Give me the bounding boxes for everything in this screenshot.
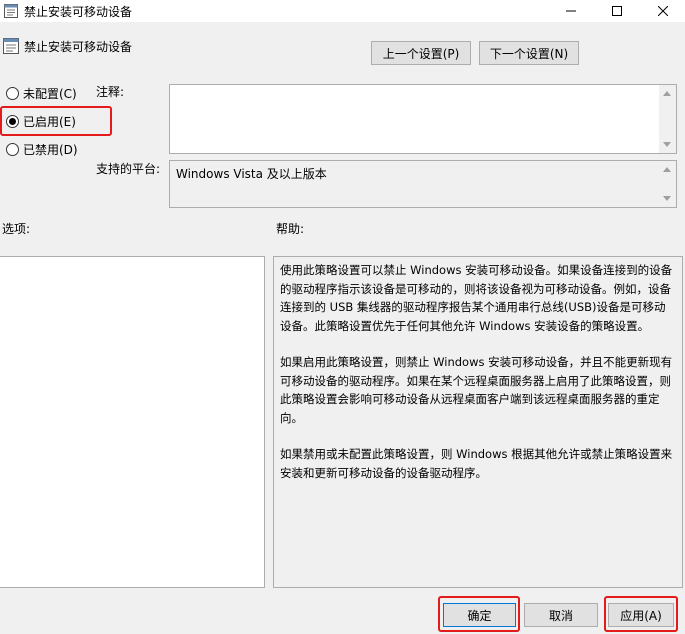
close-button[interactable] bbox=[640, 0, 685, 22]
annotation-highlight-ok bbox=[438, 596, 520, 632]
help-paragraph: 使用此策略设置可以禁止 Windows 安装可移动设备。如果设备连接到的设备的驱… bbox=[280, 263, 673, 333]
scroll-down-icon[interactable] bbox=[663, 196, 671, 201]
window-title: 禁止安装可移动设备 bbox=[24, 5, 133, 19]
close-icon bbox=[658, 6, 668, 16]
policy-setting-icon bbox=[4, 4, 18, 18]
options-pane bbox=[0, 256, 265, 588]
previous-setting-button[interactable]: 上一个设置(P) bbox=[371, 41, 471, 65]
radio-not-configured[interactable]: 未配置(C) bbox=[6, 85, 77, 101]
minimize-icon bbox=[566, 10, 576, 12]
policy-editor-window: 禁止安装可移动设备 禁止安装可移动设备 上一个设置(P) 下一个设置(N) 未配… bbox=[0, 0, 685, 634]
platform-scrollbar[interactable] bbox=[659, 161, 676, 207]
supported-platform-field: Windows Vista 及以上版本 bbox=[169, 160, 677, 208]
radio-button[interactable] bbox=[6, 86, 19, 100]
title-bar: 禁止安装可移动设备 bbox=[0, 0, 685, 22]
radio-label: 已禁用(D) bbox=[23, 142, 78, 157]
policy-setting-icon bbox=[3, 38, 19, 54]
help-label: 帮助: bbox=[276, 222, 305, 236]
scroll-down-icon[interactable] bbox=[663, 142, 671, 147]
annotation-highlight-enabled bbox=[0, 106, 112, 136]
cancel-button[interactable]: 取消 bbox=[524, 603, 598, 627]
policy-name: 禁止安装可移动设备 bbox=[24, 40, 133, 54]
next-setting-button[interactable]: 下一个设置(N) bbox=[479, 41, 579, 65]
comment-textarea[interactable] bbox=[169, 84, 677, 154]
supported-platform-value: Windows Vista 及以上版本 bbox=[176, 167, 327, 181]
help-pane: 使用此策略设置可以禁止 Windows 安装可移动设备。如果设备连接到的设备的驱… bbox=[273, 256, 683, 588]
comment-scrollbar[interactable] bbox=[659, 85, 676, 153]
minimize-button[interactable] bbox=[548, 0, 594, 22]
help-paragraph: 如果启用此策略设置，则禁止 Windows 安装可移动设备，并且不能更新现有可移… bbox=[280, 355, 673, 425]
radio-button[interactable] bbox=[6, 142, 19, 156]
radio-disabled[interactable]: 已禁用(D) bbox=[6, 141, 78, 157]
radio-label: 未配置(C) bbox=[23, 86, 77, 101]
comment-label: 注释: bbox=[96, 85, 125, 99]
supported-platform-label: 支持的平台: bbox=[96, 162, 161, 176]
maximize-button[interactable] bbox=[594, 0, 640, 22]
options-label: 选项: bbox=[2, 222, 31, 236]
annotation-highlight-apply bbox=[604, 596, 678, 632]
help-paragraph: 如果禁用或未配置此策略设置，则 Windows 根据其他允许或禁止策略设置来安装… bbox=[280, 447, 673, 480]
scroll-up-icon[interactable] bbox=[663, 167, 671, 172]
maximize-icon bbox=[612, 6, 622, 16]
scroll-up-icon[interactable] bbox=[663, 91, 671, 96]
